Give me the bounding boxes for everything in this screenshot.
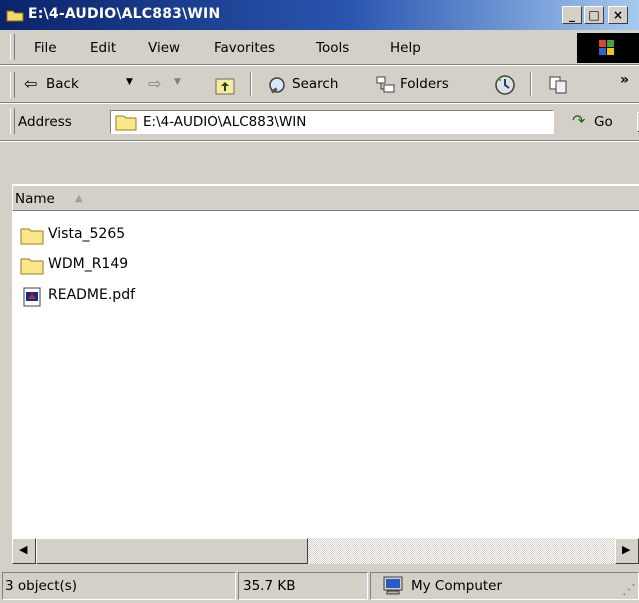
toolbar-grip[interactable] <box>10 72 15 98</box>
scroll-thumb[interactable] <box>36 538 308 564</box>
forward-arrow-icon[interactable]: ⇨ <box>148 74 161 93</box>
standard-toolbar: ⇦ Back ▼ ⇨ ▼ Search Folders » <box>0 66 639 102</box>
file-name: README.pdf <box>48 287 136 303</box>
toolbar-grip[interactable] <box>10 34 15 60</box>
folder-icon <box>115 115 137 131</box>
maximize-button[interactable]: □ <box>584 6 604 24</box>
close-button[interactable]: × <box>608 6 628 24</box>
forward-dropdown-icon[interactable]: ▼ <box>174 77 181 87</box>
status-zone: My Computer <box>411 578 503 594</box>
window-title: E:\4-AUDIO\ALC883\WIN <box>28 6 221 22</box>
folder-icon <box>6 10 24 22</box>
caret-right-icon: ▶ <box>622 543 631 556</box>
folder-icon <box>20 228 44 245</box>
file-name: Vista_5265 <box>48 226 126 242</box>
column-name-label: Name <box>15 191 55 207</box>
menu-file[interactable]: File <box>34 40 57 56</box>
folder-up-icon[interactable] <box>214 76 236 96</box>
address-label: Address <box>18 114 72 130</box>
menu-bar: File Edit View Favorites Tools Help <box>0 30 639 64</box>
caret-left-icon: ◀ <box>19 543 28 556</box>
pdf-file-icon <box>23 287 41 307</box>
explorer-window: E:\4-AUDIO\ALC883\WIN _ □ × File Edit Vi… <box>0 0 639 603</box>
search-label: Search <box>292 76 339 92</box>
back-arrow-icon: ⇦ <box>24 74 38 93</box>
menu-view[interactable]: View <box>148 40 180 56</box>
folder-icon <box>20 258 44 275</box>
folders-label: Folders <box>400 76 449 92</box>
horizontal-scrollbar[interactable]: ◀ ▶ <box>12 538 639 564</box>
go-arrow-icon: ↷ <box>572 111 586 130</box>
my-computer-icon <box>383 576 403 595</box>
menu-favorites[interactable]: Favorites <box>214 40 275 56</box>
toolbar-separator <box>530 72 532 96</box>
status-bar: 3 object(s) 35.7 KB My Computer ⋰ <box>0 568 639 603</box>
toolbar-overflow-button[interactable]: » <box>620 72 629 88</box>
windows-logo-icon <box>577 33 639 63</box>
status-objects: 3 object(s) <box>5 578 78 594</box>
menu-edit[interactable]: Edit <box>90 40 116 56</box>
divider <box>0 140 639 142</box>
sort-ascending-icon: ▲ <box>75 193 83 204</box>
status-objects-panel: 3 object(s) <box>2 572 236 600</box>
minimize-button[interactable]: _ <box>562 6 582 24</box>
folders-icon <box>376 76 395 93</box>
history-icon[interactable] <box>494 74 516 96</box>
menu-help[interactable]: Help <box>390 40 421 56</box>
status-size-panel: 35.7 KB <box>238 572 368 600</box>
status-size: 35.7 KB <box>243 578 296 594</box>
title-bar[interactable]: E:\4-AUDIO\ALC883\WIN _ □ × <box>0 0 639 30</box>
resize-grip-icon[interactable]: ⋰ <box>622 582 636 598</box>
toolbar-grip[interactable] <box>10 108 15 134</box>
status-zone-panel: My Computer ⋰ <box>370 572 639 600</box>
address-value: E:\4-AUDIO\ALC883\WIN <box>143 114 307 130</box>
address-bar: Address E:\4-AUDIO\ALC883\WIN ▼ ↷ Go <box>0 104 639 140</box>
scroll-left-button[interactable]: ◀ <box>12 538 36 564</box>
scroll-right-button[interactable]: ▶ <box>615 538 639 564</box>
move-to-icon[interactable] <box>548 75 568 95</box>
back-dropdown-icon[interactable]: ▼ <box>126 77 133 87</box>
column-header-name[interactable]: Name ▲ <box>12 185 639 211</box>
go-label: Go <box>594 114 613 130</box>
search-icon <box>269 77 285 94</box>
toolbar-separator <box>250 72 252 96</box>
menu-tools[interactable]: Tools <box>316 40 349 56</box>
file-name: WDM_R149 <box>48 256 129 272</box>
back-label: Back <box>46 76 79 92</box>
address-field[interactable]: E:\4-AUDIO\ALC883\WIN ▼ <box>110 110 639 134</box>
